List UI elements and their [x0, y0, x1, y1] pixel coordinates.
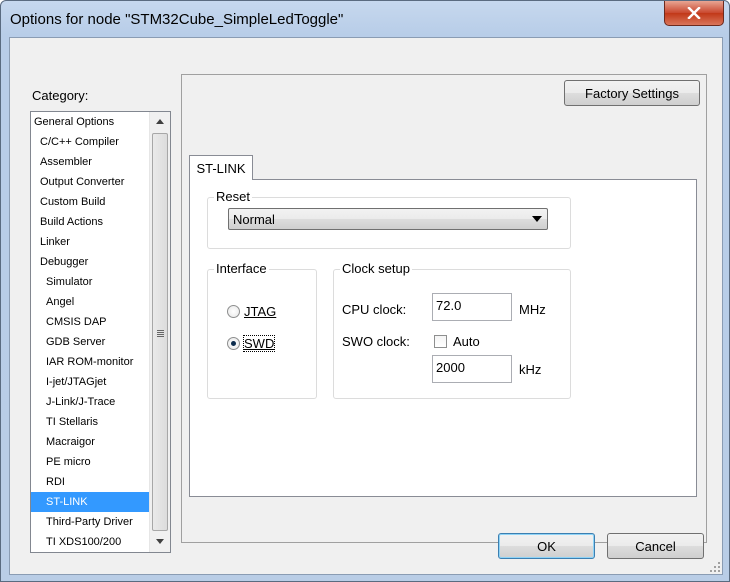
category-item[interactable]: TI XDS100/200: [31, 532, 149, 552]
swo-clock-input[interactable]: 2000: [432, 355, 512, 383]
jtag-label[interactable]: JTAG: [244, 304, 276, 319]
swd-label-text: SWD: [244, 336, 275, 351]
window-title: Options for node "STM32Cube_SimpleLedTog…: [10, 11, 344, 28]
resize-grip-icon[interactable]: [710, 562, 720, 572]
category-label: Category:: [32, 88, 89, 103]
auto-checkbox[interactable]: [434, 335, 447, 348]
scroll-down-button[interactable]: [150, 532, 170, 551]
grip-line: [157, 330, 164, 331]
category-item[interactable]: C/C++ Compiler: [31, 132, 149, 152]
title-bar[interactable]: Options for node "STM32Cube_SimpleLedTog…: [1, 1, 729, 37]
category-item[interactable]: Debugger: [31, 252, 149, 272]
reset-select-value: Normal: [233, 212, 275, 227]
cpu-clock-input[interactable]: 72.0: [432, 293, 512, 321]
interface-group: Interface: [207, 261, 317, 399]
swd-label[interactable]: SWD: [242, 335, 276, 352]
grip-line: [157, 334, 164, 335]
category-item[interactable]: Output Converter: [31, 172, 149, 192]
category-item[interactable]: Macraigor: [31, 432, 149, 452]
cancel-label: Cancel: [635, 538, 676, 554]
reset-select[interactable]: Normal: [228, 208, 548, 230]
category-item[interactable]: ST-LINK: [31, 492, 149, 512]
category-item[interactable]: Custom Build: [31, 192, 149, 212]
factory-settings-label: Factory Settings: [585, 85, 679, 101]
scroll-thumb[interactable]: [152, 133, 168, 531]
category-item[interactable]: Simulator: [31, 272, 149, 292]
category-item[interactable]: Build Actions: [31, 212, 149, 232]
swo-clock-unit: kHz: [519, 362, 542, 377]
category-item[interactable]: I-jet/JTAGjet: [31, 372, 149, 392]
category-item[interactable]: TI Stellaris: [31, 412, 149, 432]
category-item[interactable]: Assembler: [31, 152, 149, 172]
cpu-clock-label: CPU clock:: [342, 302, 407, 317]
ok-label: OK: [537, 538, 556, 554]
category-listbox[interactable]: General Options C/C++ Compiler Assembler Ou…: [30, 111, 171, 553]
cpu-clock-unit: MHz: [519, 302, 546, 317]
scroll-down-icon: [156, 539, 164, 544]
chevron-down-icon: [532, 216, 542, 222]
tab-st-link-label: ST-LINK: [196, 160, 246, 176]
category-scrollbar[interactable]: [149, 112, 170, 552]
close-icon: [687, 7, 701, 19]
category-item[interactable]: General Options: [31, 112, 149, 132]
category-item[interactable]: Linker: [31, 232, 149, 252]
grip-line: [157, 332, 164, 333]
category-item[interactable]: Angel: [31, 292, 149, 312]
clock-setup-legend: Clock setup: [340, 261, 412, 276]
options-dialog: Options for node "STM32Cube_SimpleLedTog…: [0, 0, 730, 582]
dialog-body: Category: General Options C/C++ Compiler A…: [9, 37, 723, 575]
swd-radio[interactable]: [227, 337, 240, 350]
jtag-label-text: JTAG: [244, 304, 277, 319]
auto-label[interactable]: Auto: [453, 334, 480, 349]
grip-line: [157, 336, 164, 337]
category-item[interactable]: IAR ROM-monitor: [31, 352, 149, 372]
category-item[interactable]: PE micro: [31, 452, 149, 472]
category-item[interactable]: GDB Server: [31, 332, 149, 352]
jtag-radio[interactable]: [227, 305, 240, 318]
category-item[interactable]: J-Link/J-Trace: [31, 392, 149, 412]
category-item[interactable]: CMSIS DAP: [31, 312, 149, 332]
ok-button[interactable]: OK: [498, 533, 595, 559]
factory-settings-button[interactable]: Factory Settings: [564, 80, 700, 106]
category-item[interactable]: RDI: [31, 472, 149, 492]
close-button[interactable]: [664, 1, 724, 26]
reset-legend: Reset: [214, 189, 252, 204]
tab-st-link[interactable]: ST-LINK: [189, 155, 253, 180]
interface-legend: Interface: [214, 261, 269, 276]
category-list: General Options C/C++ Compiler Assembler Ou…: [31, 112, 149, 552]
scroll-up-button[interactable]: [150, 112, 170, 131]
scroll-up-icon: [156, 119, 164, 124]
swo-clock-label: SWO clock:: [342, 334, 410, 349]
cancel-button[interactable]: Cancel: [607, 533, 704, 559]
category-item[interactable]: Third-Party Driver: [31, 512, 149, 532]
